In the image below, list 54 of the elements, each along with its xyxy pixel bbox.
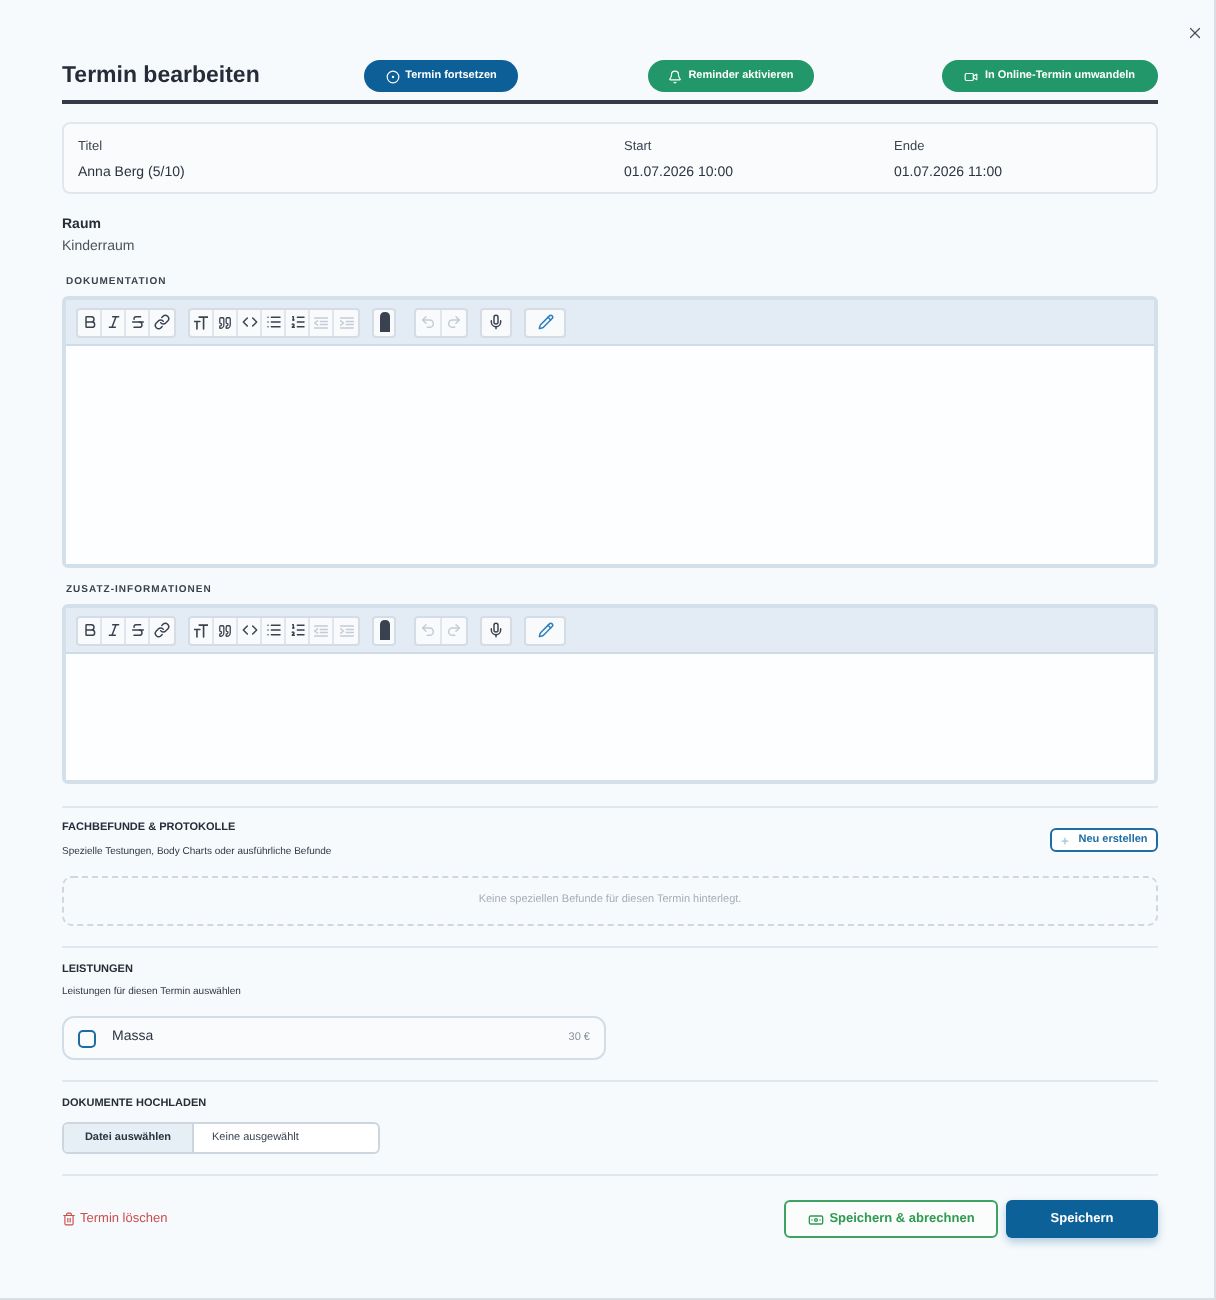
indent-icon <box>339 623 353 637</box>
circle-dot-icon <box>385 69 400 83</box>
bullet-list-icon <box>265 314 281 330</box>
pencil-icon <box>537 314 553 330</box>
numbered-list-icon <box>289 314 305 330</box>
text-size-button[interactable] <box>190 617 214 643</box>
code-button[interactable] <box>238 617 262 643</box>
strikethrough-button[interactable] <box>126 617 150 643</box>
italic-icon <box>105 622 121 638</box>
link-icon <box>154 314 170 330</box>
quote-icon <box>218 315 232 329</box>
plus-icon <box>1060 835 1071 845</box>
link-icon <box>154 622 170 638</box>
close-button[interactable] <box>1184 22 1204 42</box>
microphone-icon <box>488 314 504 330</box>
link-button[interactable] <box>150 617 174 643</box>
numbered-list-button[interactable] <box>286 309 310 335</box>
code-icon <box>241 622 257 638</box>
quote-icon <box>218 623 232 637</box>
numbered-list-button[interactable] <box>286 617 310 643</box>
italic-icon <box>105 314 121 330</box>
pencil-icon <box>537 622 553 638</box>
quote-button[interactable] <box>214 617 238 643</box>
link-button[interactable] <box>150 309 174 335</box>
video-camera-icon <box>964 69 979 83</box>
code-icon <box>241 314 257 330</box>
checkbox[interactable] <box>78 1029 96 1047</box>
dialog-title: Termin bearbeiten <box>62 62 262 92</box>
text-size-icon <box>194 623 208 637</box>
quote-button[interactable] <box>214 309 238 335</box>
text-size-icon <box>194 315 208 329</box>
banknote-icon <box>807 1211 824 1227</box>
bullet-list-icon <box>265 622 281 638</box>
strikethrough-icon <box>129 622 145 638</box>
bell-icon <box>668 69 683 83</box>
text-size-button[interactable] <box>190 309 214 335</box>
trash-icon <box>62 1212 76 1226</box>
close-icon <box>1185 23 1203 41</box>
redo-icon <box>445 622 462 638</box>
indent-icon <box>339 315 353 329</box>
undo-icon <box>419 314 436 330</box>
outdent-icon <box>314 623 328 637</box>
undo-icon <box>419 622 436 638</box>
bold-icon <box>81 314 97 330</box>
numbered-list-icon <box>289 622 305 638</box>
marker-icon <box>379 312 389 332</box>
redo-icon <box>445 314 462 330</box>
marker-icon <box>379 620 389 640</box>
strikethrough-button[interactable] <box>126 309 150 335</box>
code-button[interactable] <box>238 309 262 335</box>
strikethrough-icon <box>129 314 145 330</box>
outdent-icon <box>314 315 328 329</box>
microphone-icon <box>488 622 504 638</box>
bold-icon <box>81 622 97 638</box>
